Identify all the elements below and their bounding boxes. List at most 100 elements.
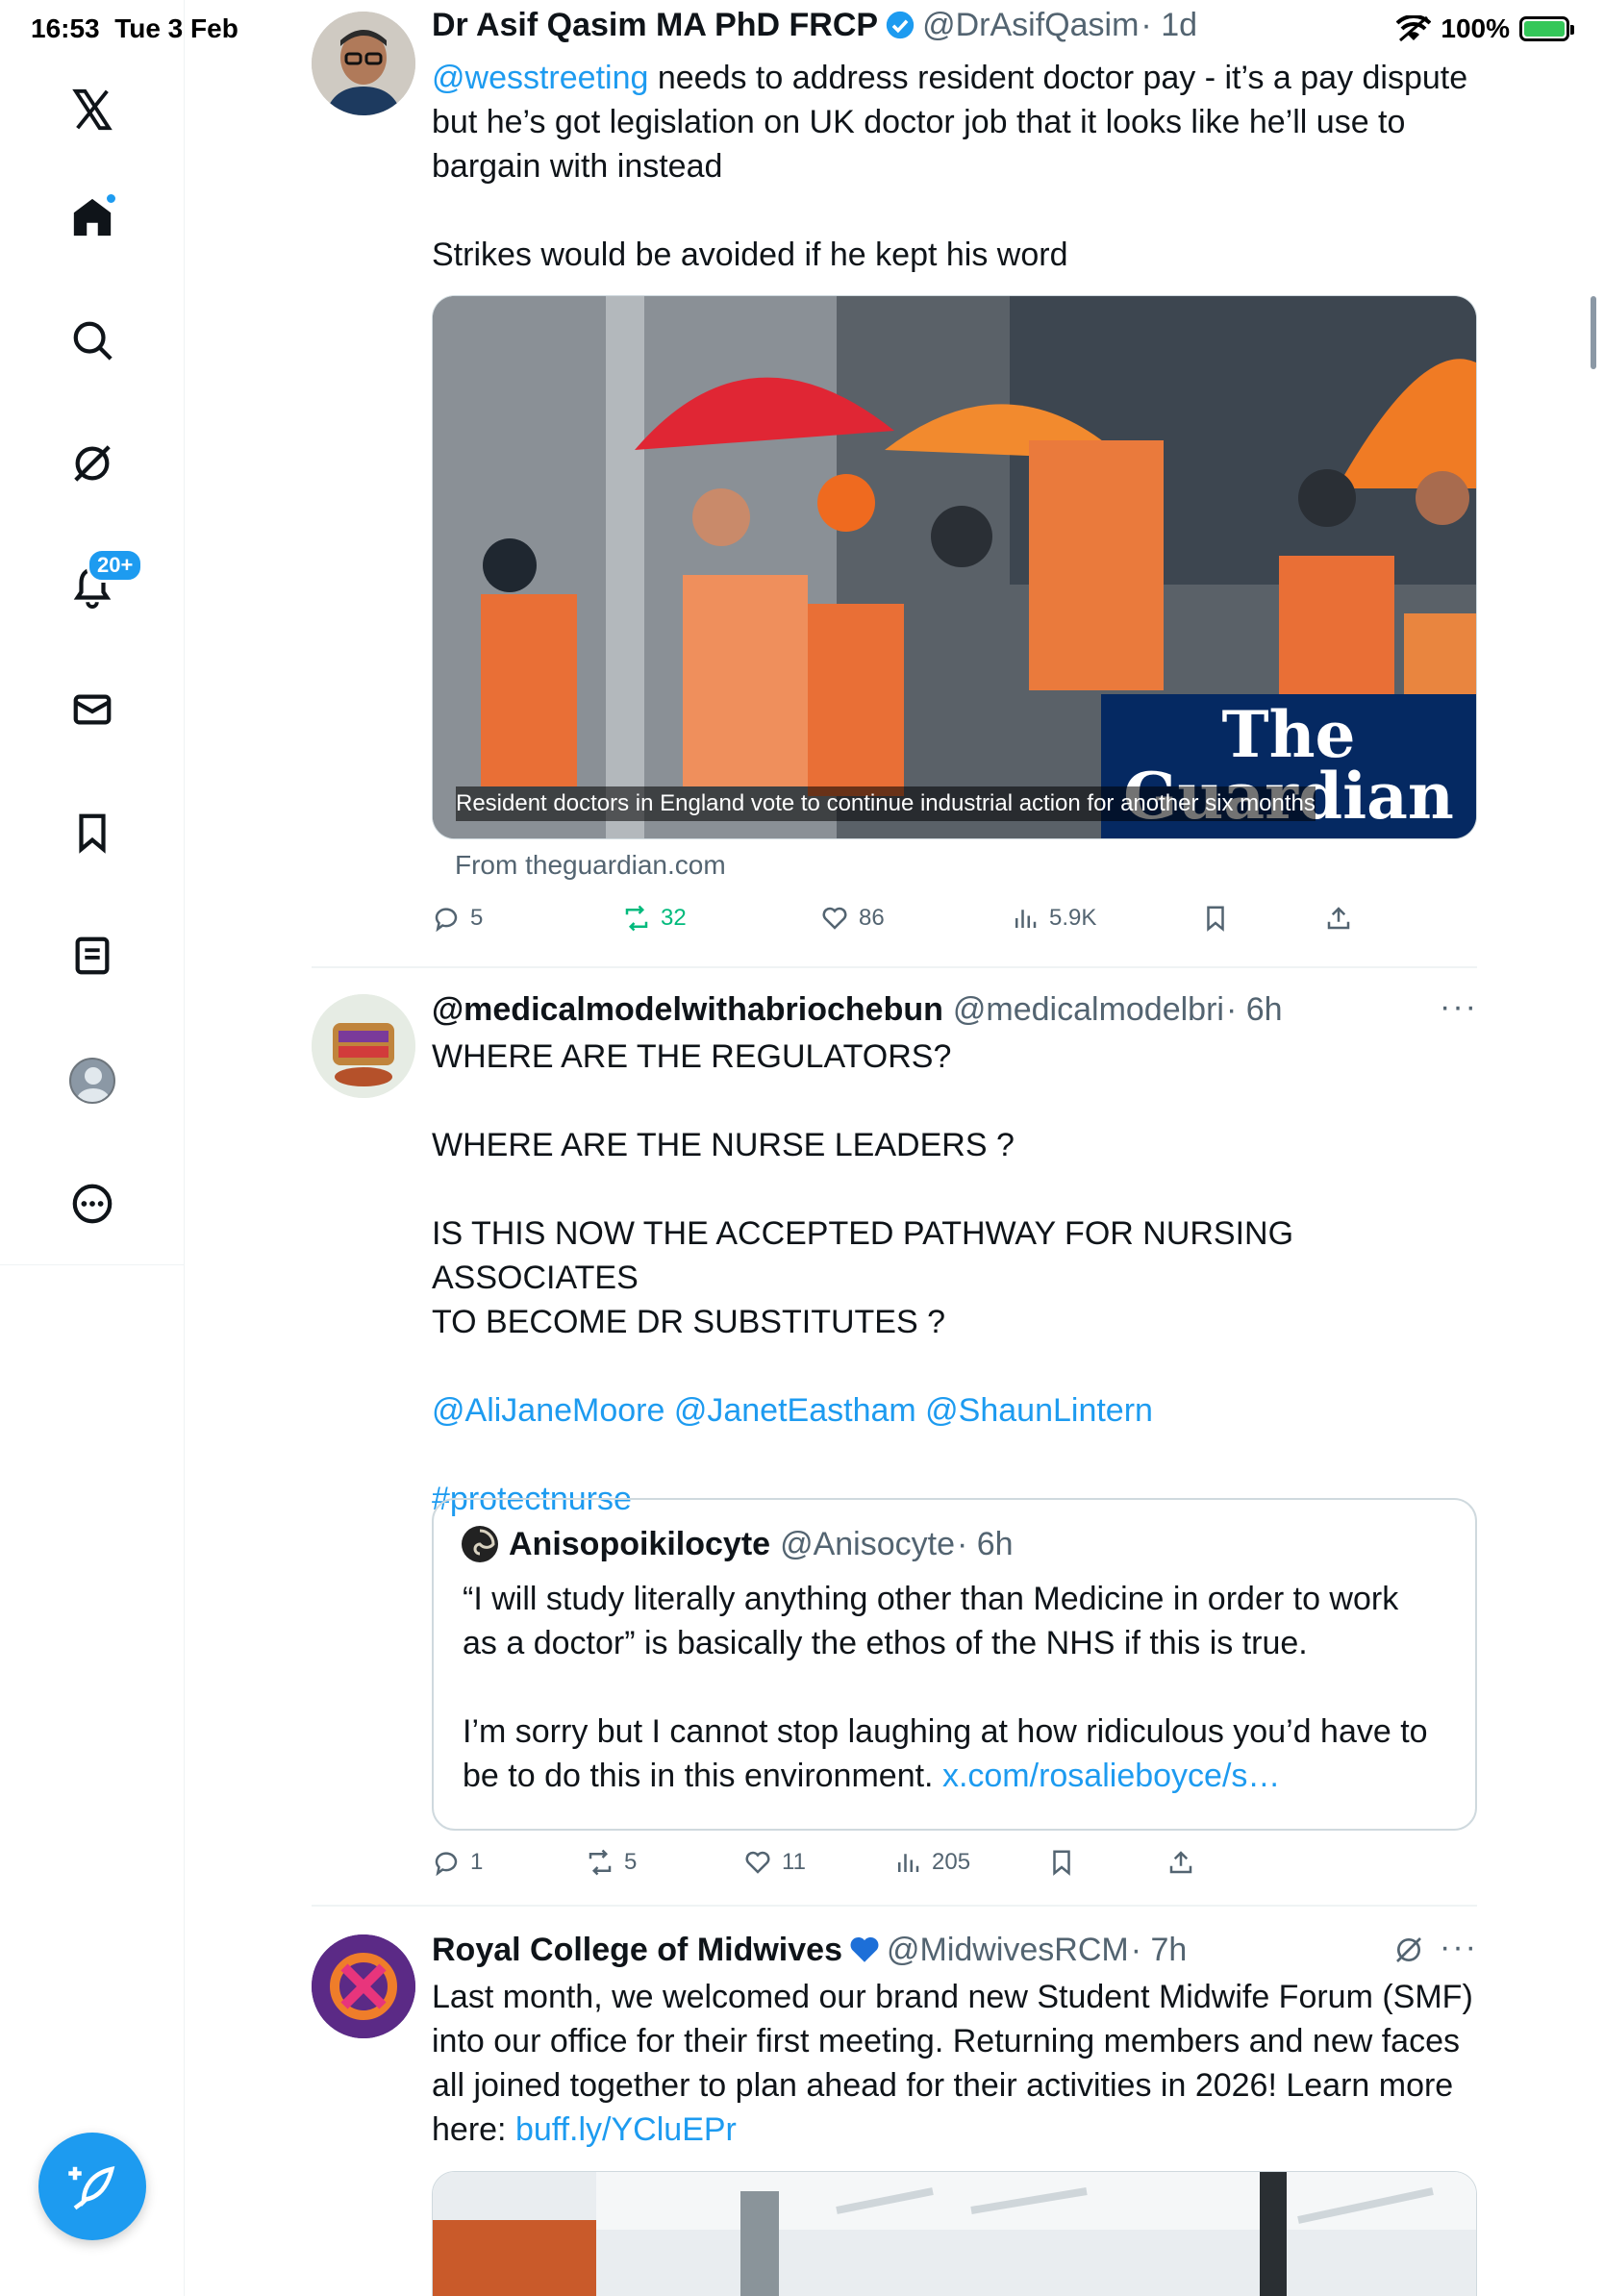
like-count: 11 xyxy=(782,1849,806,1875)
views-chart-icon xyxy=(898,1854,919,1872)
tweet-text-line: but he’s got legislation on UK doctor jo… xyxy=(432,104,1406,140)
views-count: 5.9K xyxy=(1049,905,1097,931)
views-count: 205 xyxy=(932,1849,971,1875)
rcm-logo xyxy=(312,1934,415,2038)
avatar-cartoon xyxy=(312,994,415,1098)
notifications-badge: 20+ xyxy=(87,548,144,583)
tweet-text-line: Last month, we welcomed our brand new St… xyxy=(432,1979,1473,2015)
tweet-header: Royal College of Midwives @MidwivesRCM ·… xyxy=(432,1929,1477,1971)
tweet-text-line: here: xyxy=(432,2111,515,2148)
tweet-divider xyxy=(312,966,1477,968)
views-button[interactable]: 5.9K xyxy=(1011,904,1096,933)
tweet-text-line: all joined together to plan ahead for th… xyxy=(432,2067,1454,2104)
author-name[interactable]: Royal College of Midwives xyxy=(432,1929,842,1971)
x-logo-icon[interactable] xyxy=(65,83,119,137)
reply-icon xyxy=(435,1852,458,1877)
link-card-image[interactable]: The Guardian Resident doctors in England… xyxy=(432,295,1477,839)
like-count: 86 xyxy=(859,905,885,931)
author-handle[interactable]: @MidwivesRCM xyxy=(887,1929,1129,1971)
tweet-actions: 5 32 86 5.9K xyxy=(432,904,1477,935)
bookmark-button[interactable] xyxy=(1047,1848,1076,1877)
tweet-time[interactable]: · 1d xyxy=(1140,4,1197,46)
office-photo xyxy=(433,2172,1476,2296)
verified-badge-icon xyxy=(886,11,915,39)
tweet-link[interactable]: buff.ly/YCluEPr xyxy=(515,2111,737,2148)
author-handle[interactable]: @DrAsifQasim xyxy=(922,4,1139,46)
repost-count: 32 xyxy=(661,905,687,931)
bookmarks-icon[interactable] xyxy=(65,806,119,860)
sidebar-divider xyxy=(0,1264,185,1265)
quoted-tweet[interactable]: Anisopoikilocyte @Anisocyte · 6h “I will… xyxy=(432,1498,1477,1831)
views-button[interactable]: 205 xyxy=(893,1848,970,1877)
tweet-avatar[interactable] xyxy=(312,1934,415,2038)
timeline-feed: Dr Asif Qasim MA PhD FRCP @DrAsifQasim ·… xyxy=(185,0,1477,2296)
grok-icon[interactable] xyxy=(1393,1934,1424,1965)
tweet-content: @medicalmodelwithabriochebun @medicalmod… xyxy=(432,988,1477,1521)
tweet-text-line: IS THIS NOW THE ACCEPTED PATHWAY FOR NUR… xyxy=(432,1215,1294,1296)
tweet-media-image[interactable] xyxy=(432,2171,1477,2296)
grok-icon[interactable] xyxy=(65,437,119,490)
quoted-tweet-header: Anisopoikilocyte @Anisocyte · 6h xyxy=(461,1525,1014,1563)
share-button[interactable] xyxy=(1166,1848,1195,1877)
share-icon xyxy=(1169,1851,1192,1874)
quoted-author-handle: @Anisocyte xyxy=(780,1525,955,1562)
author-handle[interactable]: @medicalmodelbri xyxy=(953,988,1224,1031)
author-name[interactable]: Dr Asif Qasim MA PhD FRCP xyxy=(432,4,878,46)
profile-avatar[interactable] xyxy=(65,1054,119,1108)
repost-button[interactable]: 32 xyxy=(622,904,687,933)
bookmark-icon xyxy=(1207,906,1224,932)
tweet-text-line: WHERE ARE THE NURSE LEADERS ? xyxy=(432,1127,1015,1163)
quoted-tweet-time: · 6h xyxy=(956,1525,1014,1562)
more-options-icon[interactable]: ··· xyxy=(1440,1929,1477,1966)
share-button[interactable] xyxy=(1324,904,1353,933)
card-caption: Resident doctors in England vote to cont… xyxy=(456,786,1316,821)
mentions-links[interactable]: @AliJaneMoore @JanetEastham @ShaunLinter… xyxy=(432,1388,1477,1433)
reply-count: 1 xyxy=(470,1849,484,1875)
more-icon[interactable] xyxy=(65,1177,119,1231)
views-chart-icon xyxy=(1015,910,1037,928)
battery-icon xyxy=(1519,16,1574,41)
tweet-text: @wesstreeting needs to address resident … xyxy=(432,56,1477,277)
reply-icon xyxy=(435,908,458,933)
mention-link[interactable]: @wesstreeting xyxy=(432,60,648,96)
tweet-avatar[interactable] xyxy=(312,994,415,1098)
tweet-text-line: needs to address resident doctor pay - i… xyxy=(648,60,1468,96)
home-icon[interactable] xyxy=(65,190,119,244)
blue-heart-icon xyxy=(850,1936,879,1962)
more-options-icon[interactable]: ··· xyxy=(1440,988,1477,1026)
lists-icon[interactable] xyxy=(65,929,119,983)
scrollbar[interactable] xyxy=(1591,296,1596,369)
tweet-divider xyxy=(312,1905,1477,1907)
tweet-text-line: Strikes would be avoided if he kept his … xyxy=(432,237,1068,273)
compose-button[interactable] xyxy=(38,2133,146,2240)
notifications-icon[interactable]: 20+ xyxy=(65,548,144,613)
repost-button[interactable]: 5 xyxy=(586,1848,637,1877)
quoted-link[interactable]: x.com/rosalieboyce/s… xyxy=(942,1758,1280,1794)
bookmark-button[interactable] xyxy=(1201,904,1230,933)
quoted-text-line: be to do this in this environment. xyxy=(463,1758,942,1794)
tweet-time[interactable]: · 7h xyxy=(1131,1929,1188,1971)
like-button[interactable]: 11 xyxy=(743,1848,806,1877)
tweet-header: @medicalmodelwithabriochebun @medicalmod… xyxy=(432,988,1477,1031)
tweet-avatar[interactable] xyxy=(312,12,415,115)
home-unread-dot xyxy=(105,192,117,205)
quoted-text-line: as a doctor” is basically the ethos of t… xyxy=(463,1625,1308,1661)
messages-icon[interactable] xyxy=(65,683,119,736)
tweet-time[interactable]: · 6h xyxy=(1226,988,1283,1031)
compose-feather-icon xyxy=(68,2166,115,2210)
avatar-photo xyxy=(312,12,415,115)
share-icon xyxy=(1327,907,1350,930)
sidebar: 20+ xyxy=(0,0,185,2296)
author-name[interactable]: @medicalmodelwithabriochebun xyxy=(432,988,943,1031)
search-icon[interactable] xyxy=(65,313,119,367)
quoted-tweet-text: “I will study literally anything other t… xyxy=(463,1577,1453,1798)
quoted-avatar-icon xyxy=(462,1526,498,1562)
reply-button[interactable]: 5 xyxy=(432,904,483,933)
reply-button[interactable]: 1 xyxy=(432,1848,483,1877)
card-source[interactable]: From theguardian.com xyxy=(455,850,726,881)
like-button[interactable]: 86 xyxy=(820,904,885,933)
tweet-header: Dr Asif Qasim MA PhD FRCP @DrAsifQasim ·… xyxy=(432,4,1477,46)
repost-icon xyxy=(625,905,648,932)
tweet-text-line: WHERE ARE THE REGULATORS? xyxy=(432,1038,952,1075)
repost-count: 5 xyxy=(624,1849,638,1875)
